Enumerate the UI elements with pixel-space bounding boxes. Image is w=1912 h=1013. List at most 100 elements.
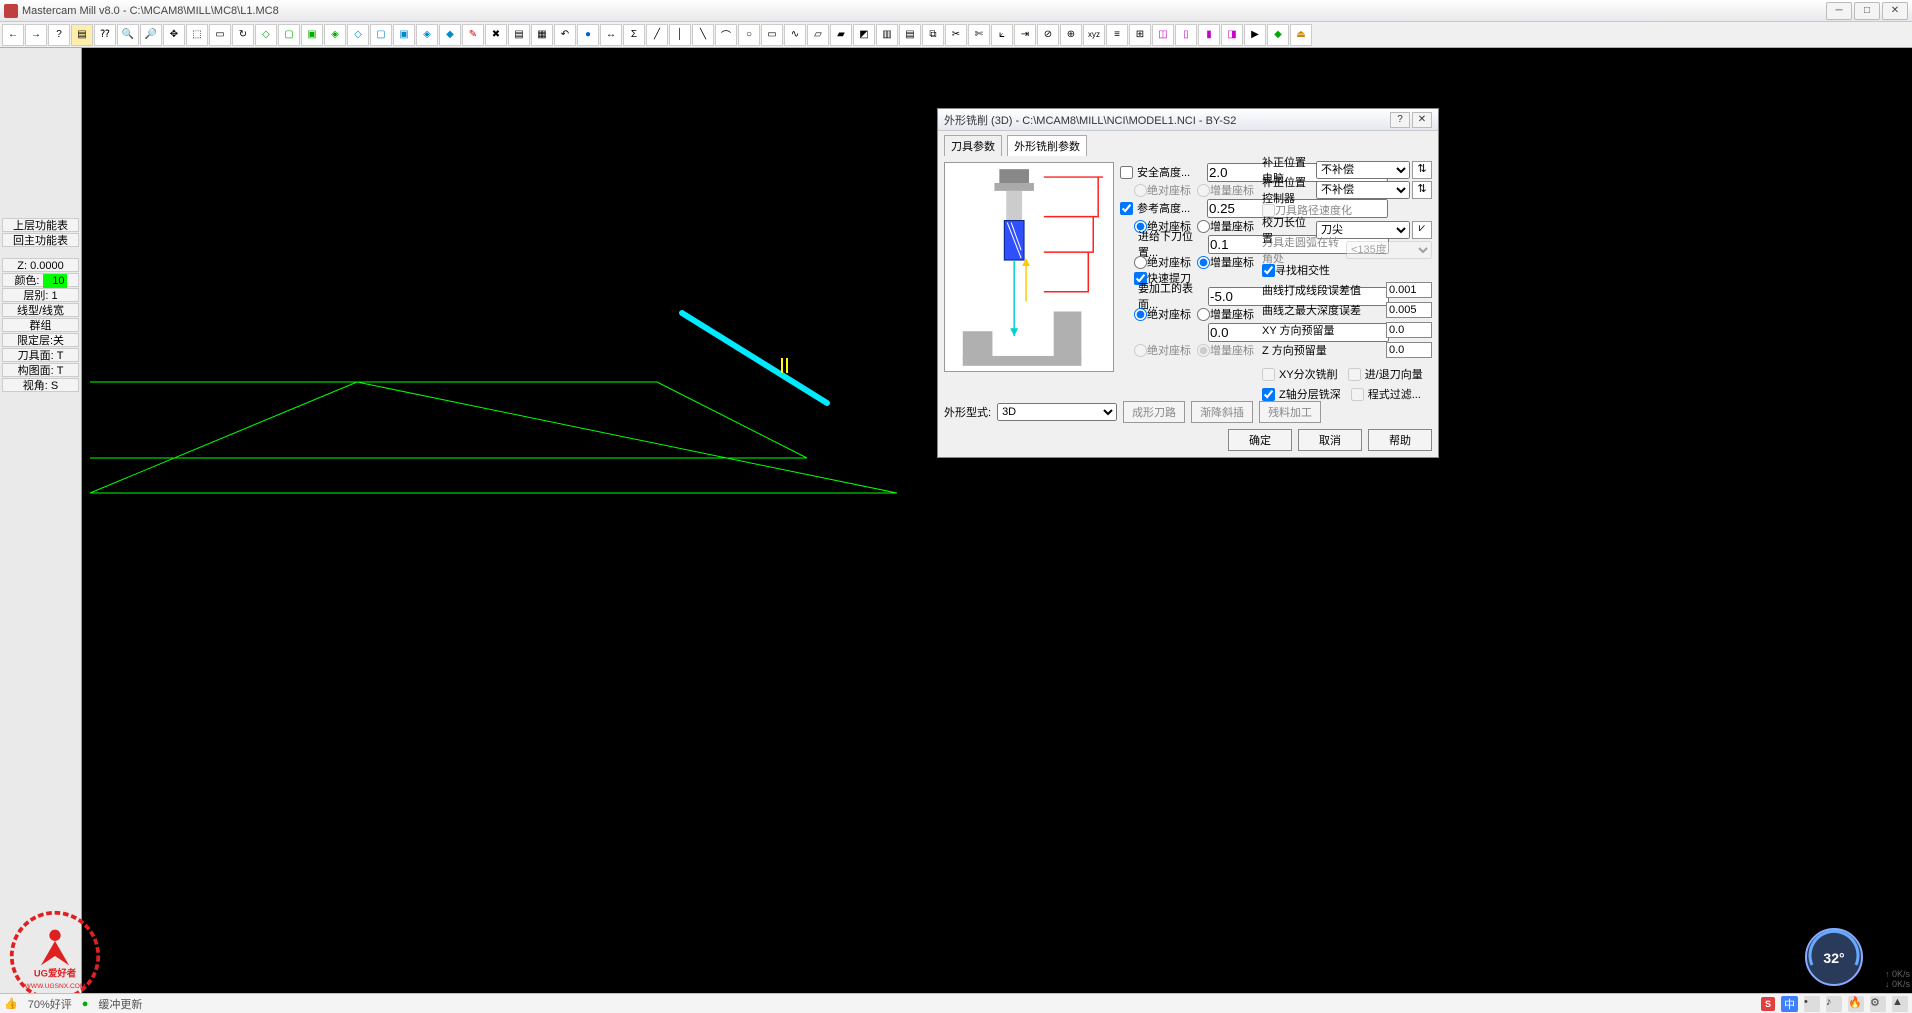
speedometer-widget[interactable]: 32° <box>1802 925 1866 989</box>
post-button[interactable]: ◆ <box>1267 24 1289 46</box>
surf-abs-radio[interactable] <box>1134 308 1147 321</box>
dialog-close-button[interactable]: ✕ <box>1412 112 1432 128</box>
surf3-button[interactable]: ◩ <box>853 24 875 46</box>
dialog-titlebar[interactable]: 外形铣削 (3D) - C:\MCAM8\MILL\NCI\MODEL1.NCI… <box>938 109 1438 131</box>
z-depth-check[interactable] <box>1262 388 1275 401</box>
help-button[interactable]: 帮助 <box>1368 429 1432 451</box>
pan-button[interactable]: ✥ <box>163 24 185 46</box>
constface-row[interactable]: 构图面: T <box>2 363 79 377</box>
zoom-in-button[interactable]: 🔎 <box>140 24 162 46</box>
ref-height-check[interactable] <box>1120 202 1133 215</box>
safe-height-button[interactable]: 安全高度... <box>1137 164 1203 180</box>
verify-button[interactable]: ▶ <box>1244 24 1266 46</box>
line2-button[interactable]: │ <box>669 24 691 46</box>
toolface-row[interactable]: 刀具面: T <box>2 348 79 362</box>
safe-height-check[interactable] <box>1120 166 1133 179</box>
cplane4-button[interactable]: ◈ <box>416 24 438 46</box>
tray-icon-1[interactable]: • <box>1804 996 1820 1012</box>
file-button[interactable]: ▤ <box>71 24 93 46</box>
zoom-out-button[interactable]: 🔍 <box>117 24 139 46</box>
toolpath2-button[interactable]: ▯ <box>1175 24 1197 46</box>
spline-button[interactable]: ∿ <box>784 24 806 46</box>
window-button[interactable]: ▭ <box>209 24 231 46</box>
sigma-button[interactable]: Σ <box>623 24 645 46</box>
cplane3-button[interactable]: ▣ <box>393 24 415 46</box>
ime-indicator[interactable]: S <box>1761 997 1775 1011</box>
cplane2-button[interactable]: ▢ <box>370 24 392 46</box>
tab-contour-params[interactable]: 外形铣削参数 <box>1007 135 1087 156</box>
xyz-button[interactable]: xyz <box>1083 24 1105 46</box>
maximize-button[interactable]: □ <box>1854 2 1880 20</box>
view-side-button[interactable]: ◈ <box>324 24 346 46</box>
arc-button[interactable]: ⌒ <box>715 24 737 46</box>
layer-row[interactable]: 层别: 1 <box>2 288 79 302</box>
upper-menu-button[interactable]: 上层功能表 <box>2 218 79 232</box>
z-value[interactable]: Z: 0.0000 <box>2 258 79 272</box>
cplane1-button[interactable]: ◇ <box>347 24 369 46</box>
extend-button[interactable]: ⇥ <box>1014 24 1036 46</box>
linetype-row[interactable]: 线型/线宽 <box>2 303 79 317</box>
dialog-help-button[interactable]: ? <box>1390 112 1410 128</box>
surf-inc-radio[interactable] <box>1197 308 1210 321</box>
comp-controller-select[interactable]: 不补偿 <box>1316 181 1410 199</box>
toolpath1-button[interactable]: ◫ <box>1152 24 1174 46</box>
close-button[interactable]: ✕ <box>1882 2 1908 20</box>
line1-button[interactable]: ╱ <box>646 24 668 46</box>
comp-dir-icon-2[interactable]: ⇅ <box>1412 181 1432 199</box>
surf1-button[interactable]: ▱ <box>807 24 829 46</box>
layer-button[interactable]: ≡ <box>1106 24 1128 46</box>
toolpath3-button[interactable]: ▮ <box>1198 24 1220 46</box>
limit-row[interactable]: 限定层:关 <box>2 333 79 347</box>
ime-label[interactable]: 中 <box>1781 996 1798 1012</box>
view-row[interactable]: 视角: S <box>2 378 79 392</box>
trim1-button[interactable]: ✂ <box>945 24 967 46</box>
comp-computer-select[interactable]: 不补偿 <box>1316 161 1410 179</box>
ref-height-button[interactable]: 参考高度... <box>1137 200 1203 216</box>
tray-icon-3[interactable]: 🔥 <box>1848 996 1864 1012</box>
exit-button[interactable]: ⏏ <box>1290 24 1312 46</box>
break-button[interactable]: ⊘ <box>1037 24 1059 46</box>
join-button[interactable]: ⊕ <box>1060 24 1082 46</box>
back-menu-button[interactable]: 回主功能表 <box>2 233 79 247</box>
surf2-button[interactable]: ▰ <box>830 24 852 46</box>
view-iso-button[interactable]: ◇ <box>255 24 277 46</box>
context-help-button[interactable]: ⁇ <box>94 24 116 46</box>
toolpath4-button[interactable]: ◨ <box>1221 24 1243 46</box>
max-depth-input[interactable] <box>1386 302 1432 318</box>
nav-fwd-button[interactable]: → <box>25 24 47 46</box>
cancel-button[interactable]: 取消 <box>1298 429 1362 451</box>
color-row[interactable]: 颜色: 10 <box>2 273 79 287</box>
dim-button[interactable]: ↔ <box>600 24 622 46</box>
minimize-button[interactable]: ─ <box>1826 2 1852 20</box>
ok-button[interactable]: 确定 <box>1228 429 1292 451</box>
shade-button[interactable]: ▦ <box>531 24 553 46</box>
delete-button[interactable]: ✎ <box>462 24 484 46</box>
undo-button[interactable]: ✖ <box>485 24 507 46</box>
circle-button[interactable]: ○ <box>738 24 760 46</box>
find-intersect-check[interactable] <box>1262 264 1275 277</box>
tray-icon-4[interactable]: ⚙ <box>1870 996 1886 1012</box>
group-row[interactable]: 群组 <box>2 318 79 332</box>
extra1-button[interactable]: ▥ <box>876 24 898 46</box>
cplane5-button[interactable]: ◆ <box>439 24 461 46</box>
globe-button[interactable]: ● <box>577 24 599 46</box>
tab-tool-params[interactable]: 刀具参数 <box>944 135 1002 156</box>
feed-inc-radio[interactable] <box>1197 256 1210 269</box>
z-depth-button[interactable]: Z轴分层铣深 <box>1275 386 1345 402</box>
help-button[interactable]: ? <box>48 24 70 46</box>
rect-button[interactable]: ▭ <box>761 24 783 46</box>
trim2-button[interactable]: ✄ <box>968 24 990 46</box>
contour-type-select[interactable]: 3D <box>997 403 1117 421</box>
view-front-button[interactable]: ▣ <box>301 24 323 46</box>
undo2-button[interactable]: ↶ <box>554 24 576 46</box>
extra2-button[interactable]: ▤ <box>899 24 921 46</box>
feed-abs-radio[interactable] <box>1134 256 1147 269</box>
nav-back-button[interactable]: ← <box>2 24 24 46</box>
grid-button[interactable]: ⊞ <box>1129 24 1151 46</box>
xy-reserve-input[interactable] <box>1386 322 1432 338</box>
view-top-button[interactable]: ▢ <box>278 24 300 46</box>
comp-dir-icon-1[interactable]: ⇅ <box>1412 161 1432 179</box>
line3-button[interactable]: ╲ <box>692 24 714 46</box>
tip-icon[interactable]: ⩗ <box>1412 221 1432 239</box>
mirror-button[interactable]: ⧉ <box>922 24 944 46</box>
